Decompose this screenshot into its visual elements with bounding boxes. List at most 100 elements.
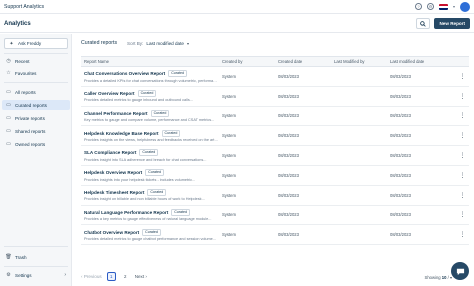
report-description: Provides insights into your helpdesk tic… xyxy=(84,177,196,182)
more-options-icon[interactable]: ⋮ xyxy=(453,205,469,226)
created-date-cell: 08/03/2023 xyxy=(275,66,331,87)
folder-icon: ▭ xyxy=(6,141,11,147)
next-label: Next xyxy=(134,274,145,279)
table-header: Report Name Created by Created date Last… xyxy=(81,56,469,67)
pagination: ‹ Previous 1 2 Next › xyxy=(81,272,147,281)
report-name[interactable]: SLA Compliance Report xyxy=(84,150,136,155)
report-name[interactable]: Chat Conversations Overview Report xyxy=(84,71,165,76)
table-row[interactable]: Chat Conversations Overview Report Curate… xyxy=(81,66,469,87)
report-name[interactable]: Helpdesk Knowledge Base Report xyxy=(84,131,159,136)
table-row[interactable]: Helpdesk Knowledge Base Report Curated Pro… xyxy=(81,125,469,147)
sidebar-item-all-reports[interactable]: ▭ All reports xyxy=(2,87,70,97)
sidebar-item-private-reports[interactable]: ▭ Private reports xyxy=(2,113,70,123)
report-name-cell[interactable]: Channel Performance Report Curated Key met… xyxy=(81,106,219,127)
table-row[interactable]: Chatbot Overview Report Curated Provides d… xyxy=(81,224,469,246)
more-options-icon[interactable]: ⋮ xyxy=(453,86,469,107)
new-report-button[interactable]: New Report xyxy=(434,18,470,29)
chevron-down-icon[interactable]: ▾ xyxy=(453,4,455,9)
avatar[interactable] xyxy=(460,1,470,12)
ask-freddy-button[interactable]: ✦ Ask Freddy xyxy=(4,38,68,49)
flag-icon[interactable] xyxy=(438,3,448,10)
sidebar-item-owned-reports[interactable]: ▭ Owned reports xyxy=(2,139,70,149)
modified-by-cell xyxy=(331,106,387,127)
curated-badge: Curated xyxy=(139,149,159,157)
report-name[interactable]: Chatbot Overview Report xyxy=(84,230,139,235)
report-name-cell[interactable]: Helpdesk Overview Report Curated Provides … xyxy=(81,165,219,186)
help-icon[interactable]: ? xyxy=(414,3,422,10)
report-description: Provides a key metrics to gauge effectiv… xyxy=(84,217,212,222)
previous-button[interactable]: ‹ Previous xyxy=(81,274,102,279)
sidebar-item-label: Settings xyxy=(15,272,32,278)
report-name[interactable]: Channel Performance Report xyxy=(84,111,148,116)
report-description: Provides detailed metrics to gauge inbou… xyxy=(84,98,193,103)
more-options-icon[interactable]: ⋮ xyxy=(453,125,469,147)
report-title-line: SLA Compliance Report Curated xyxy=(84,149,219,157)
report-name-cell[interactable]: Helpdesk Knowledge Base Report Curated Pro… xyxy=(81,125,219,147)
sidebar-item-label: Recent xyxy=(15,58,30,64)
sidebar-item-recent[interactable]: ◷ Recent xyxy=(2,56,70,66)
more-options-icon[interactable]: ⋮ xyxy=(453,224,469,246)
sidebar-item-favourites[interactable]: ☆ Favourites xyxy=(2,68,70,78)
report-title-line: Helpdesk Overview Report Curated xyxy=(84,169,219,177)
report-description: Key metrics to gauge and compare volume,… xyxy=(84,118,215,123)
modified-by-cell xyxy=(331,205,387,226)
table-row[interactable]: Caller Overview Report Curated Provides de… xyxy=(81,86,469,107)
more-options-icon[interactable]: ⋮ xyxy=(453,145,469,166)
next-button[interactable]: Next › xyxy=(135,274,147,279)
page-button[interactable]: 2 xyxy=(121,272,130,281)
folder-icon: ▭ xyxy=(6,89,11,95)
curated-badge: Curated xyxy=(161,129,181,137)
trash-icon: 🗑 xyxy=(5,254,12,260)
created-by-cell: System xyxy=(219,86,275,107)
table-row[interactable]: Channel Performance Report Curated Key met… xyxy=(81,106,469,127)
more-options-icon[interactable]: ⋮ xyxy=(453,66,469,87)
report-name[interactable]: Natural Language Performance Report xyxy=(84,210,168,215)
curated-badge: Curated xyxy=(150,109,170,117)
settings-icon[interactable]: ⚙ xyxy=(426,3,434,10)
table-row[interactable]: Natural Language Performance Report Curat… xyxy=(81,205,469,226)
report-name-cell[interactable]: Caller Overview Report Curated Provides de… xyxy=(81,86,219,107)
sidebar-item-shared-reports[interactable]: ▭ Shared reports xyxy=(2,126,70,136)
sort-control[interactable]: Sort By: Last modified date ▾ xyxy=(127,41,189,46)
more-options-icon[interactable]: ⋮ xyxy=(453,165,469,186)
page-title: Analytics xyxy=(4,20,31,27)
report-name[interactable]: Caller Overview Report xyxy=(84,91,135,96)
table-row[interactable]: SLA Compliance Report Curated Provides ins… xyxy=(81,145,469,166)
report-name-cell[interactable]: Helpdesk Timesheet Report Curated Provides… xyxy=(81,185,219,206)
report-title-line: Chat Conversations Overview Report Curate… xyxy=(84,70,219,78)
table-row[interactable]: Helpdesk Overview Report Curated Provides … xyxy=(81,165,469,186)
report-name-cell[interactable]: Chat Conversations Overview Report Curate… xyxy=(81,66,219,87)
report-name-cell[interactable]: Natural Language Performance Report Curat… xyxy=(81,205,219,226)
page-button[interactable]: 1 xyxy=(106,272,116,281)
modified-by-cell xyxy=(331,66,387,87)
modified-by-cell xyxy=(331,185,387,206)
table-row[interactable]: Helpdesk Timesheet Report Curated Provides… xyxy=(81,185,469,206)
star-icon: ☆ xyxy=(6,70,11,76)
sidebar-item-trash[interactable]: 🗑 Trash xyxy=(2,252,70,262)
column-header: Created by xyxy=(219,56,275,67)
report-name-cell[interactable]: SLA Compliance Report Curated Provides ins… xyxy=(81,145,219,166)
more-options-icon[interactable]: ⋮ xyxy=(453,185,469,206)
created-by-cell: System xyxy=(219,125,275,147)
created-by-cell: System xyxy=(219,145,275,166)
search-button[interactable] xyxy=(416,18,431,29)
sort-dropdown[interactable]: Last modified date xyxy=(146,41,184,46)
report-name[interactable]: Helpdesk Timesheet Report xyxy=(84,190,144,195)
previous-label: Previous xyxy=(83,274,102,279)
ask-freddy-label: Ask Freddy xyxy=(18,41,42,46)
more-options-icon[interactable]: ⋮ xyxy=(453,106,469,127)
sidebar-item-settings[interactable]: ⚙ Settings › xyxy=(2,270,70,280)
divider xyxy=(4,246,68,247)
column-header: Last Modified by xyxy=(331,56,387,67)
app-title: Support Analytics xyxy=(4,3,45,10)
report-description: Provides a detailed KPIs for chat conver… xyxy=(84,78,219,83)
sidebar-item-label: Curated reports xyxy=(15,102,47,108)
sidebar-item-curated-reports[interactable]: ▭ Curated reports xyxy=(2,100,70,110)
chat-button[interactable] xyxy=(451,262,469,280)
created-date-cell: 08/03/2023 xyxy=(275,106,331,127)
page-header: Analytics New Report xyxy=(0,15,474,33)
created-date-cell: 08/03/2023 xyxy=(275,165,331,186)
modified-by-cell xyxy=(331,145,387,166)
report-name[interactable]: Helpdesk Overview Report xyxy=(84,170,142,175)
report-name-cell[interactable]: Chatbot Overview Report Curated Provides d… xyxy=(81,224,219,246)
